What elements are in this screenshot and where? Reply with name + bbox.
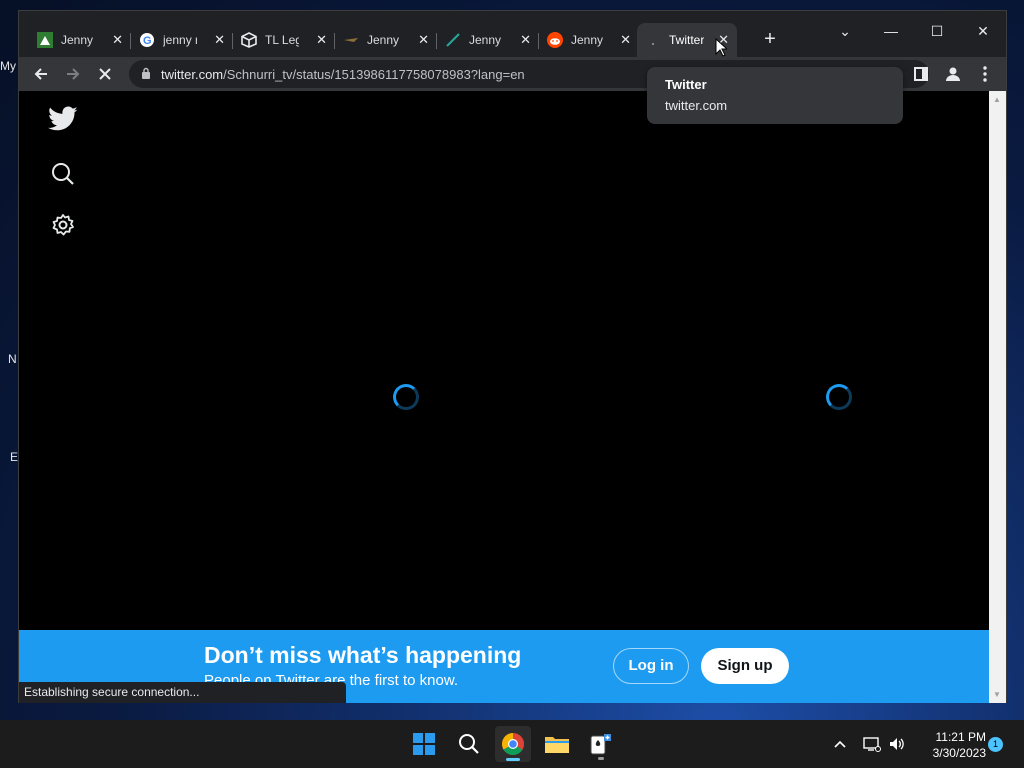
url-host: twitter.com (161, 67, 224, 82)
stop-icon (99, 68, 111, 80)
tab-label: Twitter (669, 33, 705, 47)
tab-strip: Jenny M ✕ G jenny m ✕ TL Legal ✕ Jenny M… (19, 11, 1006, 57)
tooltip-title: Twitter (665, 77, 707, 92)
mouse-cursor-icon (715, 38, 727, 57)
running-app-indicator (598, 757, 604, 760)
page-content: Don’t miss what’s happening People on Tw… (19, 91, 990, 703)
box-icon (241, 32, 257, 48)
tab-2[interactable]: G jenny m ✕ (131, 23, 233, 57)
tab-hover-tooltip: Twitter twitter.com (647, 67, 903, 124)
dark-site-icon (343, 32, 359, 48)
close-tab-icon[interactable]: ✕ (112, 32, 123, 48)
url-path: /Schnurri_tv/status/1513986117758078983?… (223, 67, 525, 82)
loading-spinner (393, 384, 419, 410)
desktop-icon-label[interactable]: E (10, 450, 18, 464)
tab-label: jenny m (163, 33, 197, 47)
folder-icon (545, 737, 569, 753)
url-text[interactable]: twitter.com/Schnurri_tv/status/151398611… (161, 67, 525, 82)
close-tab-icon[interactable]: ✕ (214, 32, 225, 48)
browser-window: Jenny M ✕ G jenny m ✕ TL Legal ✕ Jenny M… (18, 10, 1007, 703)
close-tab-icon[interactable]: ✕ (520, 32, 531, 48)
scroll-down-icon[interactable]: ▼ (993, 690, 1001, 699)
close-tab-icon[interactable]: ✕ (418, 32, 429, 48)
loading-dot-icon (645, 32, 661, 48)
windows-taskbar: 11:21 PM 3/30/2023 1 (0, 720, 1024, 768)
windows-logo-icon (413, 733, 435, 755)
pen-icon (445, 32, 461, 48)
tab-4[interactable]: Jenny M ✕ (335, 23, 437, 57)
close-tab-icon[interactable]: ✕ (316, 32, 327, 48)
cards-icon (590, 734, 611, 755)
back-arrow-icon (34, 68, 47, 80)
notification-badge[interactable]: 1 (988, 737, 1003, 752)
twitter-logo-icon[interactable] (47, 103, 79, 135)
reddit-icon (547, 32, 563, 48)
browser-menu-button[interactable] (971, 60, 999, 88)
maximize-button[interactable]: ☐ (914, 17, 960, 45)
profile-button[interactable] (939, 60, 967, 88)
google-icon: G (139, 32, 155, 48)
active-app-indicator (506, 758, 520, 761)
chevron-up-icon (834, 740, 846, 748)
tab-label: Jenny M (61, 33, 95, 47)
side-panel-icon (914, 67, 928, 81)
taskbar-solitaire[interactable] (583, 726, 619, 762)
forward-arrow-icon (67, 68, 80, 80)
chrome-icon (502, 733, 524, 755)
close-window-button[interactable]: ✕ (960, 17, 1006, 45)
tab-label: TL Legal (265, 33, 299, 47)
new-tab-button[interactable]: + (759, 29, 781, 51)
speaker-icon (890, 738, 904, 750)
settings-gear-icon[interactable] (47, 209, 79, 241)
tab-search-button[interactable]: ⌄ (822, 17, 868, 45)
desktop-icon-label[interactable]: My (0, 59, 16, 73)
start-button[interactable] (406, 726, 442, 762)
tab-1[interactable]: Jenny M ✕ (29, 23, 131, 57)
lock-icon[interactable] (141, 67, 151, 79)
browser-status-bar: Establishing secure connection... (19, 682, 346, 703)
clock-date: 3/30/2023 (932, 746, 986, 760)
clock-time: 11:21 PM (935, 730, 986, 744)
login-button[interactable]: Log in (613, 648, 689, 684)
tab-label: Jenny M (469, 33, 503, 47)
stop-loading-button[interactable] (91, 60, 119, 88)
network-icon (863, 737, 881, 752)
tab-6[interactable]: Jenny M ✕ (539, 23, 639, 57)
tab-5[interactable]: Jenny M ✕ (437, 23, 539, 57)
tab-label: Jenny M (367, 33, 401, 47)
explore-search-icon[interactable] (47, 158, 79, 190)
network-status[interactable] (860, 732, 884, 756)
forward-button[interactable] (59, 60, 87, 88)
svg-text:G: G (143, 35, 152, 47)
tab-label: Jenny M (571, 33, 605, 47)
desktop-icon-label[interactable]: N (8, 352, 17, 366)
close-tab-icon[interactable]: ✕ (620, 32, 631, 48)
loading-spinner (826, 384, 852, 410)
tab-3[interactable]: TL Legal ✕ (233, 23, 335, 57)
more-vert-icon (983, 66, 987, 82)
volume-control[interactable] (886, 732, 910, 756)
back-button[interactable] (27, 60, 55, 88)
taskbar-file-explorer[interactable] (539, 726, 575, 762)
tooltip-url: twitter.com (665, 98, 728, 113)
green-site-icon (37, 32, 53, 48)
signup-button[interactable]: Sign up (701, 648, 789, 684)
side-panel-button[interactable] (907, 60, 935, 88)
minimize-button[interactable]: — (868, 17, 914, 45)
profile-icon (946, 67, 960, 81)
taskbar-chrome[interactable] (495, 726, 531, 762)
system-clock[interactable]: 11:21 PM 3/30/2023 (914, 729, 986, 761)
page-scrollbar[interactable]: ▲ ▼ (989, 91, 1006, 703)
banner-heading: Don’t miss what’s happening (204, 642, 522, 668)
scroll-up-icon[interactable]: ▲ (993, 95, 1001, 104)
taskbar-search-button[interactable] (451, 726, 487, 762)
show-hidden-icons-button[interactable] (828, 732, 852, 756)
search-icon (459, 734, 479, 754)
